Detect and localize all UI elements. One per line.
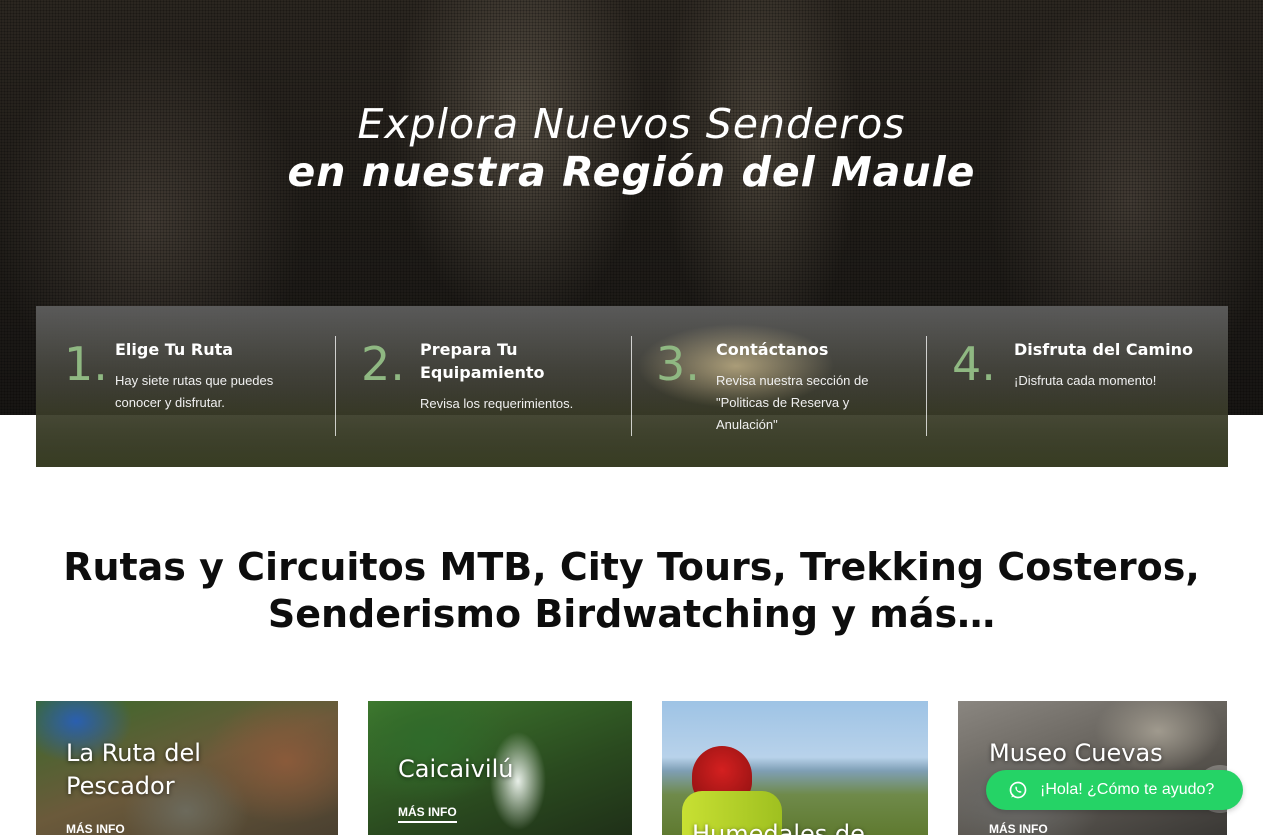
step-number: 1. <box>64 337 108 391</box>
step-4: 4. Disfruta del Camino ¡Disfruta cada mo… <box>927 306 1228 467</box>
route-card-pescador[interactable]: La Ruta del Pescador MÁS INFO <box>36 701 338 835</box>
hero-title-line2: en nuestra Región del Maule <box>287 148 976 196</box>
whatsapp-chat-button[interactable]: ¡Hola! ¿Cómo te ayudo? <box>986 770 1243 810</box>
step-title: Elige Tu Ruta <box>115 340 234 359</box>
more-info-link[interactable]: MÁS INFO <box>989 822 1048 835</box>
hero-title: Explora Nuevos Senderos en nuestra Regió… <box>0 100 1263 196</box>
step-description: Revisa los requerimientos. <box>420 396 574 411</box>
step-description: Revisa nuestra sección de "Politicas de … <box>716 373 869 432</box>
steps-bar: 1. Elige Tu Ruta Hay siete rutas que pue… <box>36 306 1228 467</box>
step-title: Disfruta del Camino <box>1014 340 1193 359</box>
card-title: Museo Cuevas <box>989 739 1163 767</box>
step-description: ¡Disfruta cada momento! <box>1014 373 1157 388</box>
card-title: Humedales de <box>692 820 865 835</box>
section-heading-line1: Rutas y Circuitos MTB, City Tours, Trekk… <box>63 545 1200 589</box>
route-card-humedales[interactable]: Humedales de <box>662 701 928 835</box>
hero-title-line1: Explora Nuevos Senderos <box>357 100 906 148</box>
more-info-link[interactable]: MÁS INFO <box>66 822 125 835</box>
card-title: La Ruta del Pescador <box>66 739 201 800</box>
section-heading: Rutas y Circuitos MTB, City Tours, Trekk… <box>0 544 1263 638</box>
card-title: Caicaivilú <box>398 755 514 783</box>
step-title: Contáctanos <box>716 340 829 359</box>
step-number: 4. <box>952 337 996 391</box>
whatsapp-label: ¡Hola! ¿Cómo te ayudo? <box>1040 781 1215 798</box>
step-number: 3. <box>656 337 700 391</box>
step-3: 3. Contáctanos Revisa nuestra sección de… <box>632 306 926 467</box>
step-1: 1. Elige Tu Ruta Hay siete rutas que pue… <box>36 306 336 467</box>
step-description: Hay siete rutas que puedes conocer y dis… <box>115 373 274 410</box>
step-2: 2. Prepara Tu Equipamiento Revisa los re… <box>336 306 631 467</box>
route-card-caicaivilu[interactable]: Caicaivilú MÁS INFO <box>368 701 632 835</box>
step-number: 2. <box>361 337 405 391</box>
route-card-museo-cuevas[interactable]: Museo Cuevas MÁS INFO <box>958 701 1227 835</box>
more-info-link[interactable]: MÁS INFO <box>398 805 457 823</box>
step-title: Prepara Tu Equipamiento <box>420 340 545 382</box>
section-heading-line2: Senderismo Birdwatching y más… <box>267 592 996 636</box>
whatsapp-icon <box>1009 781 1027 799</box>
